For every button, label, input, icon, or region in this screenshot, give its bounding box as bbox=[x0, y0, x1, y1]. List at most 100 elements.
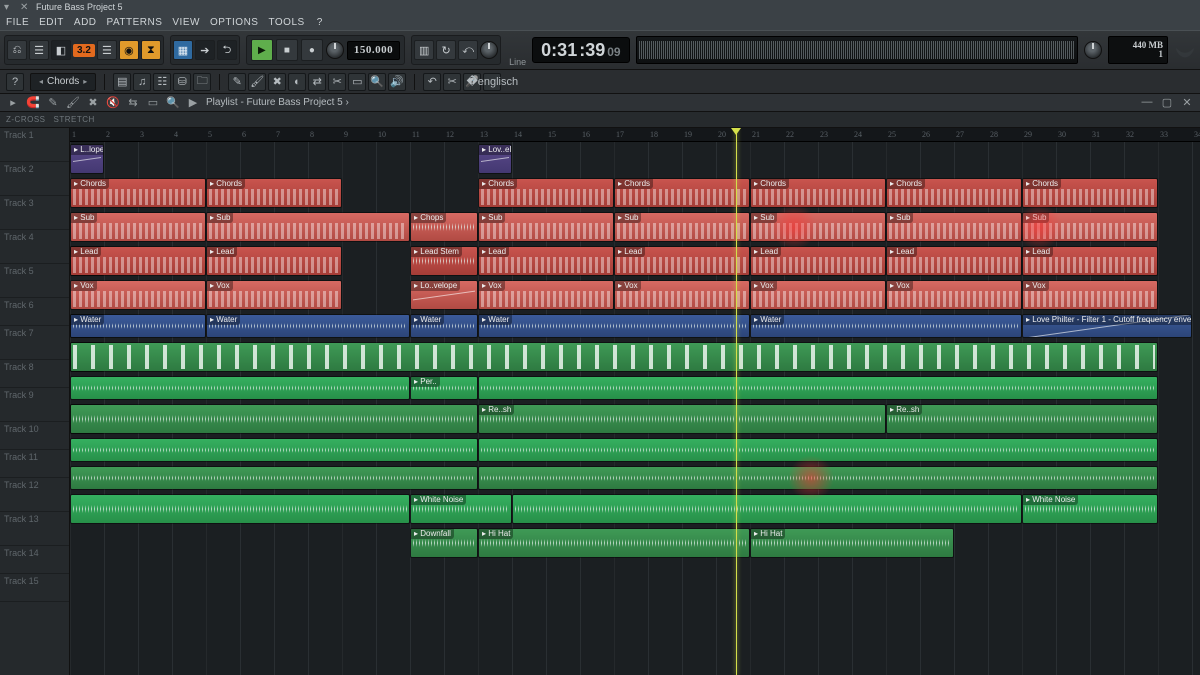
clip[interactable]: ▸ Lead bbox=[614, 246, 750, 276]
clip[interactable]: ▸ Sub bbox=[750, 212, 886, 242]
clip[interactable] bbox=[70, 376, 410, 400]
track-header[interactable]: Track 11 bbox=[0, 450, 69, 478]
clip[interactable]: ▸ Lead bbox=[70, 246, 206, 276]
clip[interactable] bbox=[70, 438, 478, 462]
clip[interactable]: ▸ Lead bbox=[1022, 246, 1158, 276]
clip[interactable]: ▸ Lead bbox=[886, 246, 1022, 276]
clip[interactable]: ▸ Chords bbox=[886, 178, 1022, 208]
clip[interactable] bbox=[478, 438, 1158, 462]
clip[interactable] bbox=[512, 494, 1022, 524]
view-mixer-icon[interactable]: ⛁ bbox=[173, 73, 191, 91]
view-channel-icon[interactable]: ☷ bbox=[153, 73, 171, 91]
pencil-tool-icon[interactable]: ✎ bbox=[46, 96, 60, 110]
stop-button[interactable]: ■ bbox=[276, 39, 298, 61]
bar-number[interactable]: 1 bbox=[70, 128, 104, 141]
knife-tool-icon[interactable]: ✖ bbox=[86, 96, 100, 110]
bar-ruler[interactable]: 1234567891011121314151617181920212223242… bbox=[70, 128, 1200, 142]
track-header[interactable]: Track 8 bbox=[0, 360, 69, 388]
playlist-grid[interactable]: 1234567891011121314151617181920212223242… bbox=[70, 128, 1200, 675]
track-header[interactable]: Track 2 bbox=[0, 162, 69, 196]
clip[interactable]: ▸ Chords bbox=[614, 178, 750, 208]
playhead[interactable] bbox=[736, 128, 737, 675]
menu-tools[interactable]: TOOLS bbox=[264, 16, 308, 29]
playhead-marker[interactable] bbox=[731, 128, 741, 140]
slip-tool-icon[interactable]: ⇆ bbox=[126, 96, 140, 110]
clip[interactable]: ▸ Chords bbox=[750, 178, 886, 208]
bar-number[interactable]: 3 bbox=[138, 128, 172, 141]
close-tab-icon[interactable]: ✕ bbox=[20, 2, 30, 12]
clip[interactable]: ▸ Downfall bbox=[410, 528, 478, 558]
tool-slip-icon[interactable]: ⇄ bbox=[308, 73, 326, 91]
mute-tool-icon[interactable]: 🔇 bbox=[106, 96, 120, 110]
track-header[interactable]: Track 9 bbox=[0, 388, 69, 422]
bar-number[interactable]: 31 bbox=[1090, 128, 1124, 141]
tool-zoom-icon[interactable]: 🔍 bbox=[368, 73, 386, 91]
clip[interactable] bbox=[70, 404, 478, 434]
clip[interactable]: ▸ Lead bbox=[206, 246, 342, 276]
menu-view[interactable]: VIEW bbox=[168, 16, 204, 29]
bar-number[interactable]: 21 bbox=[750, 128, 784, 141]
clip[interactable]: ▸ Lead bbox=[750, 246, 886, 276]
bar-number[interactable]: 7 bbox=[274, 128, 308, 141]
song-overview[interactable] bbox=[636, 36, 1078, 64]
master-pitch-knob[interactable] bbox=[1084, 41, 1102, 59]
clip[interactable] bbox=[70, 494, 410, 524]
tool-delete-icon[interactable]: ✖ bbox=[268, 73, 286, 91]
clip[interactable]: ▸ Chords bbox=[70, 178, 206, 208]
pattern-picker[interactable]: ◂Chords▸ bbox=[30, 73, 96, 91]
loop-record-icon[interactable]: ↻ bbox=[436, 40, 456, 60]
track-header[interactable]: Track 5 bbox=[0, 264, 69, 298]
clip[interactable]: ▸ Vox bbox=[1022, 280, 1158, 310]
bar-number[interactable]: 11 bbox=[410, 128, 444, 141]
clip[interactable]: ▸ Chords bbox=[478, 178, 614, 208]
clip[interactable]: ▸ Hi Hat bbox=[478, 528, 750, 558]
track-header[interactable]: Track 12 bbox=[0, 478, 69, 512]
clip[interactable] bbox=[70, 466, 478, 490]
bar-number[interactable]: 12 bbox=[444, 128, 478, 141]
bar-number[interactable]: 19 bbox=[682, 128, 716, 141]
zoom-tool-icon[interactable]: 🔍 bbox=[166, 96, 180, 110]
clip[interactable]: ▸ Vox bbox=[614, 280, 750, 310]
clip[interactable]: ▸ Water bbox=[410, 314, 478, 338]
bar-number[interactable]: 22 bbox=[784, 128, 818, 141]
clip[interactable] bbox=[70, 342, 1158, 372]
clip[interactable]: ▸ Vox bbox=[206, 280, 342, 310]
clip[interactable]: ▸ White Noise bbox=[1022, 494, 1158, 524]
render-icon[interactable]: �englisch bbox=[483, 73, 501, 91]
menu-patterns[interactable]: PATTERNS bbox=[103, 16, 167, 29]
track-header[interactable]: Track 10 bbox=[0, 422, 69, 450]
undo-icon[interactable]: ⤺ bbox=[458, 40, 478, 60]
clip[interactable]: ▸ Vox bbox=[750, 280, 886, 310]
tool-draw-icon[interactable]: ✎ bbox=[228, 73, 246, 91]
main-volume-knob[interactable] bbox=[326, 41, 344, 59]
countdown-icon[interactable]: ⧗ bbox=[141, 40, 161, 60]
bar-number[interactable]: 25 bbox=[886, 128, 920, 141]
menu-add[interactable]: ADD bbox=[70, 16, 101, 29]
bar-number[interactable]: 13 bbox=[478, 128, 512, 141]
clip[interactable]: ▸ Re..sh bbox=[886, 404, 1158, 434]
bar-number[interactable]: 15 bbox=[546, 128, 580, 141]
bar-number[interactable]: 24 bbox=[852, 128, 886, 141]
bar-number[interactable]: 23 bbox=[818, 128, 852, 141]
bar-number[interactable]: 30 bbox=[1056, 128, 1090, 141]
stretch-label[interactable]: STRETCH bbox=[54, 115, 95, 124]
clip[interactable]: ▸ Sub bbox=[478, 212, 614, 242]
playlist-view-icon[interactable]: ▦ bbox=[173, 40, 193, 60]
maximize-icon[interactable]: ▢ bbox=[1160, 96, 1174, 110]
clip[interactable]: ▸ Lead bbox=[478, 246, 614, 276]
select-tool-icon[interactable]: ▭ bbox=[146, 96, 160, 110]
clip[interactable]: ▸ Water bbox=[478, 314, 750, 338]
clip[interactable]: ▸ White Noise bbox=[410, 494, 512, 524]
clip[interactable]: ▸ Chords bbox=[206, 178, 342, 208]
clip[interactable]: ▸ Sub bbox=[70, 212, 206, 242]
pattern-prev-icon[interactable]: ⎌ bbox=[7, 40, 27, 60]
swing-knob[interactable] bbox=[480, 41, 498, 59]
time-display[interactable]: 0:31 :39 09 bbox=[532, 37, 629, 63]
clip[interactable]: ▸ Water bbox=[70, 314, 206, 338]
bar-number[interactable]: 18 bbox=[648, 128, 682, 141]
clip[interactable]: ▸ Water bbox=[206, 314, 410, 338]
bar-number[interactable]: 4 bbox=[172, 128, 206, 141]
bar-number[interactable]: 8 bbox=[308, 128, 342, 141]
clip[interactable] bbox=[478, 466, 1158, 490]
bar-number[interactable]: 17 bbox=[614, 128, 648, 141]
